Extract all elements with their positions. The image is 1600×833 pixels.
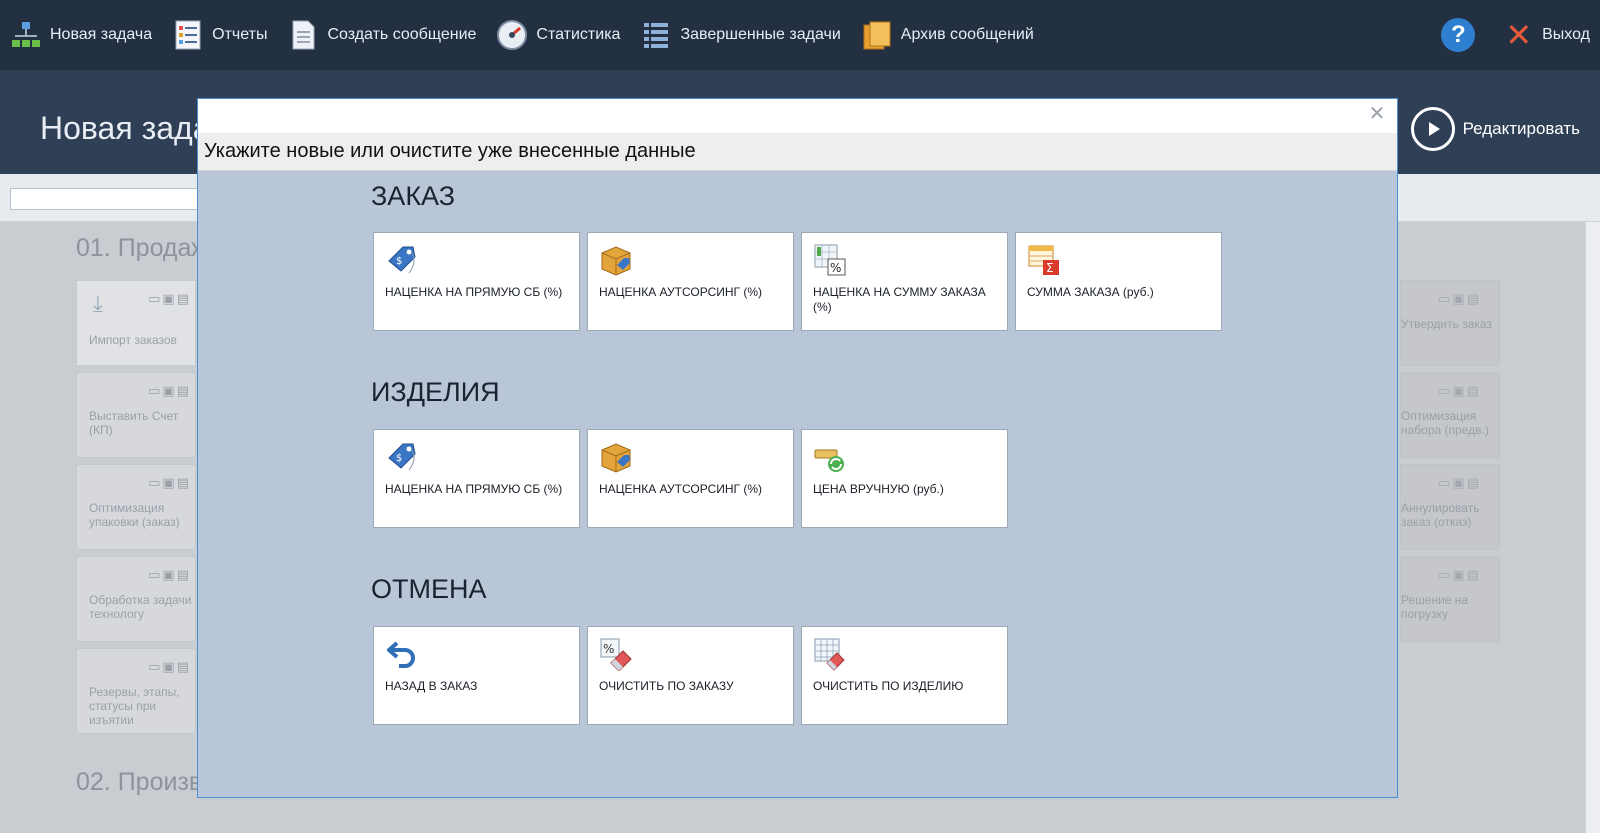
card-label: НАЦЕНКА АУТСОРСИНГ (%) — [599, 482, 763, 496]
nav-statistics-label: Статистика — [536, 26, 621, 43]
card-order-markup-sum[interactable]: % НАЦЕНКА НА СУММУ ЗАКАЗА (%) — [801, 232, 1008, 331]
tile-tools-icon: ▭▣▤ — [1438, 383, 1481, 398]
group-title-order: ЗАКАЗ — [371, 181, 456, 211]
card-clear-product[interactable]: ОЧИСТИТЬ ПО ИЗДЕЛИЮ — [801, 626, 1008, 725]
tile-label: Обработка задачи технологу — [89, 593, 192, 621]
nav-right-group: ? ✕ Выход — [1441, 0, 1590, 70]
svg-text:$: $ — [396, 453, 402, 464]
tile-tools-icon: ▭▣▤ — [148, 567, 191, 582]
nav-completed-tasks-label: Завершенные задачи — [680, 26, 841, 43]
tile-label: Решение на погрузку — [1401, 593, 1469, 621]
tile-label: Импорт заказов — [89, 333, 177, 347]
card-back-to-order[interactable]: НАЗАД В ЗАКАЗ — [373, 626, 580, 725]
card-label: НАЦЕНКА АУТСОРСИНГ (%) — [599, 285, 763, 299]
document-icon — [287, 19, 319, 51]
tile-label: Оптимизация упаковки (заказ) — [89, 501, 180, 529]
tile-label: Утвердить заказ — [1401, 317, 1492, 331]
exit-button[interactable]: ✕ Выход — [1505, 19, 1590, 51]
card-product-markup-direct[interactable]: $ НАЦЕНКА НА ПРЯМУЮ СБ (%) — [373, 429, 580, 528]
network-icon — [10, 19, 42, 51]
close-x-icon: ✕ — [1505, 17, 1533, 53]
nav-create-message[interactable]: Создать сообщение — [277, 0, 486, 70]
sum-table-icon: Σ — [1027, 243, 1061, 277]
edit-button-label: Редактировать — [1462, 119, 1580, 138]
tile-approve-order[interactable]: ▭▣▤ Утвердить заказ — [1400, 280, 1500, 366]
edit-button[interactable]: Редактировать — [1410, 107, 1580, 151]
tile-label: Аннулировать заказ (отказ) — [1401, 501, 1480, 529]
nav-message-archive-label: Архив сообщений — [900, 26, 1034, 43]
tile-tools-icon: ▭▣▤ — [148, 383, 191, 398]
tile-invoice[interactable]: ▭▣▤ Выставить Счет (КП) — [76, 372, 196, 458]
gauge-icon — [496, 19, 528, 51]
eraser-percent-icon: % — [599, 637, 633, 672]
help-button[interactable]: ? — [1441, 18, 1476, 52]
price-tag-icon: $ — [385, 440, 419, 474]
card-order-sum[interactable]: Σ СУММА ЗАКАЗА (руб.) — [1015, 232, 1222, 331]
card-order-markup-direct[interactable]: $ НАЦЕНКА НА ПРЯМУЮ СБ (%) — [373, 232, 580, 331]
nav-create-message-label: Создать сообщение — [327, 26, 477, 43]
card-label: НАЦЕНКА НА ПРЯМУЮ СБ (%) — [385, 482, 563, 496]
card-product-manual-price[interactable]: ЦЕНА ВРУЧНУЮ (руб.) — [801, 429, 1008, 528]
card-label: НАЦЕНКА НА ПРЯМУЮ СБ (%) — [385, 285, 563, 299]
group-title-products: ИЗДЕЛИЯ — [371, 377, 500, 407]
card-label: ОЧИСТИТЬ ПО ИЗДЕЛИЮ — [813, 679, 964, 693]
nav-completed-tasks[interactable]: Завершенные задачи — [630, 0, 850, 70]
card-label: ЦЕНА ВРУЧНУЮ (руб.) — [813, 482, 944, 496]
vertical-scrollbar[interactable] — [1585, 222, 1600, 833]
box-tag-icon — [599, 440, 633, 474]
undo-arrow-icon — [385, 637, 419, 671]
nav-message-archive[interactable]: Архив сообщений — [851, 0, 1044, 70]
refresh-price-icon — [813, 440, 847, 474]
card-label: ОЧИСТИТЬ ПО ЗАКАЗУ — [599, 679, 734, 693]
svg-text:%: % — [830, 261, 841, 275]
tile-loading-decision[interactable]: ▭▣▤ Решение на погрузку — [1400, 556, 1500, 642]
tile-cancel-order[interactable]: ▭▣▤ Аннулировать заказ (отказ) — [1400, 464, 1500, 550]
tile-tools-icon: ▭▣▤ — [148, 291, 191, 306]
exit-label: Выход — [1542, 26, 1590, 43]
dialog-close-button[interactable]: ✕ — [1365, 102, 1389, 126]
tile-label: Резервы, этапы, статусы при изъятии — [89, 685, 180, 727]
card-clear-order[interactable]: % ОЧИСТИТЬ ПО ЗАКАЗУ — [587, 626, 794, 725]
group-title-cancel: ОТМЕНА — [371, 574, 487, 604]
top-navigation-bar: Новая задача Отчеты Создать сообщение Ст… — [0, 0, 1600, 70]
nav-reports[interactable]: Отчеты — [162, 0, 277, 70]
card-product-markup-outsourcing[interactable]: НАЦЕНКА АУТСОРСИНГ (%) — [587, 429, 794, 528]
edit-data-dialog: ✕ Укажите новые или очистите уже внесенн… — [197, 98, 1398, 798]
eraser-grid-icon — [813, 637, 847, 671]
tile-tools-icon: ▭▣▤ — [1438, 475, 1481, 490]
tile-tools-icon: ▭▣▤ — [148, 659, 191, 674]
card-order-markup-outsourcing[interactable]: НАЦЕНКА АУТСОРСИНГ (%) — [587, 232, 794, 331]
nav-reports-label: Отчеты — [212, 26, 268, 43]
box-tag-icon — [599, 243, 633, 277]
tile-optimization[interactable]: ▭▣▤ Оптимизация набора (предв.) — [1400, 372, 1500, 458]
tile-label: Выставить Счет (КП) — [89, 409, 179, 437]
nav-new-task-label: Новая задача — [50, 26, 153, 43]
tile-import-orders[interactable]: ⤓ ▭▣▤ Импорт заказов — [76, 280, 196, 366]
report-list-icon — [172, 19, 204, 51]
nav-new-task[interactable]: Новая задача — [0, 0, 162, 70]
svg-text:Σ: Σ — [1046, 261, 1054, 275]
svg-text:%: % — [603, 642, 614, 656]
tile-reserves[interactable]: ▭▣▤ Резервы, этапы, статусы при изъятии — [76, 648, 196, 734]
tile-technologist[interactable]: ▭▣▤ Обработка задачи технологу — [76, 556, 196, 642]
download-icon: ⤓ — [93, 291, 103, 316]
price-tag-icon: $ — [385, 243, 419, 277]
nav-statistics[interactable]: Статистика — [486, 0, 630, 70]
card-label: СУММА ЗАКАЗА (руб.) — [1027, 285, 1154, 299]
play-circle-icon — [1410, 107, 1455, 151]
archive-icon — [861, 19, 893, 51]
tile-label: Оптимизация набора (предв.) — [1401, 409, 1489, 437]
card-label: НАЦЕНКА НА СУММУ ЗАКАЗА (%) — [813, 285, 986, 314]
tile-packing[interactable]: ▭▣▤ Оптимизация упаковки (заказ) — [76, 464, 196, 550]
dialog-titlebar: ✕ — [198, 99, 1397, 133]
svg-text:$: $ — [396, 256, 402, 267]
dialog-header: Укажите новые или очистите уже внесенные… — [198, 133, 1397, 171]
tile-tools-icon: ▭▣▤ — [1438, 291, 1481, 306]
list-icon — [640, 19, 672, 51]
percent-table-icon: % — [813, 243, 847, 277]
card-label: НАЗАД В ЗАКАЗ — [385, 679, 478, 693]
tile-tools-icon: ▭▣▤ — [1438, 567, 1481, 582]
tile-tools-icon: ▭▣▤ — [148, 475, 191, 490]
